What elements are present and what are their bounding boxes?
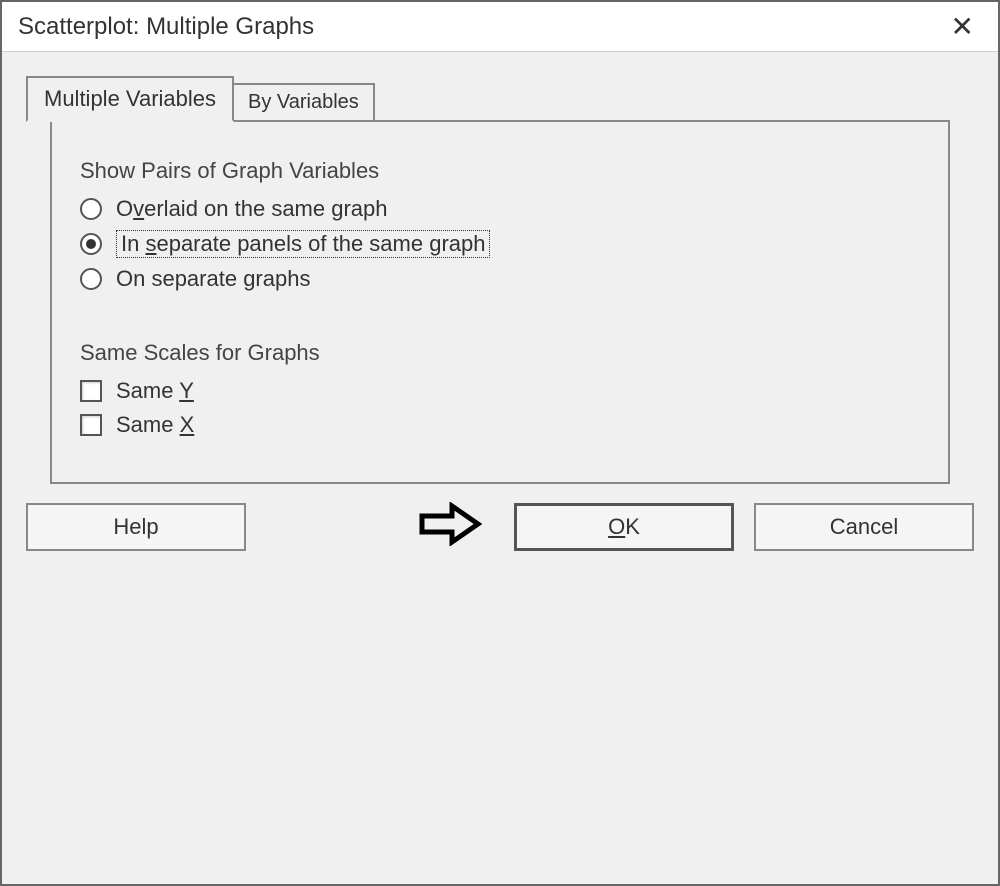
checkbox-same-y[interactable]: Same Y [80,378,920,404]
titlebar: Scatterplot: Multiple Graphs ✕ [2,2,998,52]
help-button[interactable]: Help [26,503,246,551]
tab-content: Show Pairs of Graph Variables Overlaid o… [50,120,950,484]
close-icon[interactable]: ✕ [943,10,982,43]
dialog-title: Scatterplot: Multiple Graphs [18,13,314,41]
tab-by-variables[interactable]: By Variables [232,83,375,120]
tabs-area: Multiple Variables By Variables Show Pai… [2,52,998,484]
group-same-scales: Same Scales for Graphs Same Y Same X [80,340,920,438]
checkbox-same-y-label: Same Y [116,378,194,404]
checkbox-icon[interactable] [80,380,102,402]
ok-button[interactable]: OK [514,503,734,551]
dialog-window: Scatterplot: Multiple Graphs ✕ Multiple … [0,0,1000,886]
checkbox-same-x[interactable]: Same X [80,412,920,438]
group-same-scales-label: Same Scales for Graphs [80,340,920,366]
tabs: Multiple Variables By Variables [26,76,974,120]
radio-icon[interactable] [80,268,102,290]
cancel-button[interactable]: Cancel [754,503,974,551]
radio-icon[interactable] [80,233,102,255]
radio-separate-graphs-label: On separate graphs [116,266,310,292]
arrow-right-icon [418,502,482,551]
radio-icon[interactable] [80,198,102,220]
radio-separate-graphs[interactable]: On separate graphs [80,266,920,292]
radio-overlaid-label: Overlaid on the same graph [116,196,388,222]
tab-multiple-variables[interactable]: Multiple Variables [26,76,234,122]
radio-separate-panels-label: In separate panels of the same graph [116,230,490,258]
radio-overlaid[interactable]: Overlaid on the same graph [80,196,920,222]
checkbox-icon[interactable] [80,414,102,436]
bottom-bar: Help OK Cancel [2,484,998,569]
group-show-pairs-label: Show Pairs of Graph Variables [80,158,920,184]
radio-separate-panels[interactable]: In separate panels of the same graph [80,230,920,258]
checkbox-same-x-label: Same X [116,412,194,438]
